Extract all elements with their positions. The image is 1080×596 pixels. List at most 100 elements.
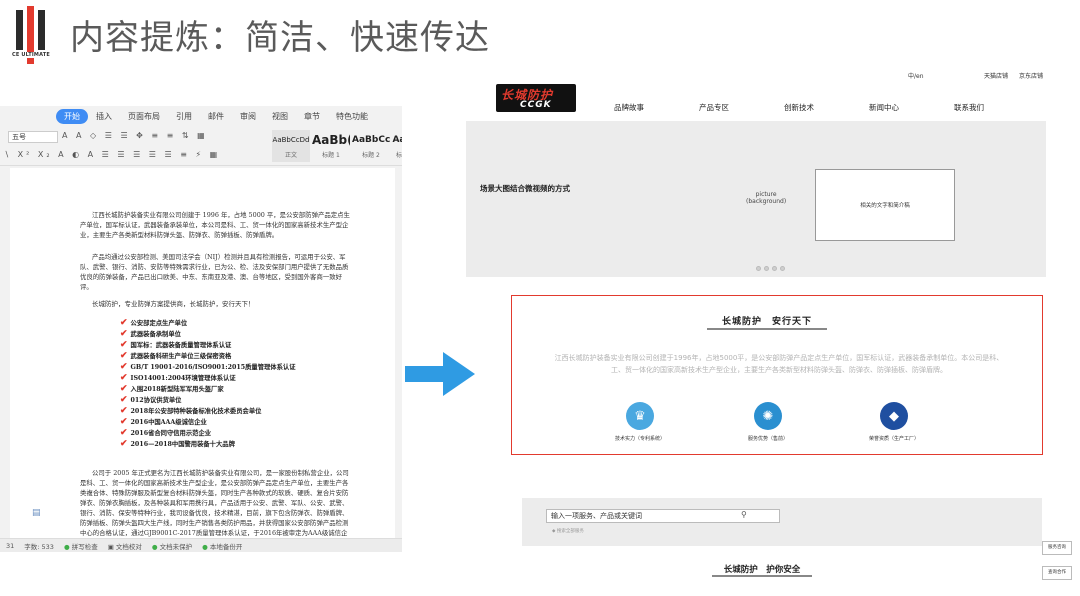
slide-title: 内容提炼：简洁、快速传达: [70, 18, 490, 58]
list-item: ✔ 2018年公安部特种装备标准化技术委员会单位: [120, 406, 262, 416]
nav-products[interactable]: 产品专区: [699, 102, 784, 113]
check-circle-icon: ●: [202, 542, 208, 551]
style-heading-2[interactable]: AaBbCc 标题 2: [352, 130, 390, 162]
word-count[interactable]: 字数: 533: [24, 541, 54, 551]
paragraph-tools-icons[interactable]: ∖ X² X₂ A ◐ A ☰ ☰ ☰ ☰ ☰ ≡ ⚡ ▦: [4, 150, 220, 159]
tab-references[interactable]: 引用: [168, 109, 200, 124]
list-item: ✔ 公安部定点生产单位: [120, 318, 188, 328]
tab-section[interactable]: 章节: [296, 109, 328, 124]
document-icon[interactable]: ▤: [32, 508, 41, 518]
search-icon[interactable]: ⚲: [741, 510, 747, 519]
about-text: 江西长城防护装备实业有限公司创建于1996年，占地5000平，是公安部防弹产品定…: [554, 354, 1004, 374]
style-normal[interactable]: AaBbCcDd 正文: [272, 130, 310, 162]
tmall-store-link[interactable]: 天猫店铺: [984, 71, 1008, 80]
list-item: ✔ 武器装备科研生产单位三级保密资格: [120, 351, 232, 361]
history-paragraph: 公司于 2005 年正式更名为江西长城防护装备实业有限公司，是一家股份制私营企业…: [80, 469, 349, 540]
font-size-select[interactable]: 五号: [8, 131, 58, 143]
list-item: ✔ GB/T 19001-2016/ISO9001:2015质量管理体系认证: [120, 362, 296, 372]
title-underline: [712, 575, 812, 577]
about-title: 长城防护 安行天下: [721, 317, 812, 327]
list-item: ✔ 2016省合同守信用示范企业: [120, 428, 212, 438]
tab-review[interactable]: 审阅: [232, 109, 264, 124]
feature-honor[interactable]: ◆ 荣誉资质（生产工厂）: [854, 402, 934, 442]
check-icon: ✔: [120, 351, 128, 361]
nav-technology[interactable]: 创新技术: [784, 102, 869, 113]
style-heading-3[interactable]: Aa 标: [392, 130, 402, 162]
diamond-icon: ◆: [880, 402, 908, 430]
check-icon: ✔: [120, 318, 128, 328]
about-section: 长城防护 安行天下 江西长城防护装备实业有限公司创建于1996年，占地5000平…: [511, 295, 1043, 455]
cooperation-query-button[interactable]: 查询合作: [1042, 566, 1072, 580]
carousel-dots: [756, 266, 785, 271]
tab-layout[interactable]: 页面布局: [120, 109, 168, 124]
bottom-section-title: 长城防护 护你安全: [723, 565, 801, 575]
intro-paragraph: 江西长城防护装备实业有限公司创建于 1996 年，占地 5000 平，是公安部防…: [80, 211, 350, 239]
service-consult-button[interactable]: 服务咨询: [1042, 541, 1072, 555]
feature-tech[interactable]: ♛ 技术实力（专利系统）: [600, 402, 680, 442]
font-tools-icons[interactable]: A A ◇ ☰ ☰ ✥ ≡ ≡ ⇅ ▦: [62, 131, 208, 140]
style-heading-1[interactable]: AaBb( 标题 1: [312, 130, 350, 162]
brand-logo[interactable]: 长城防护 CCGK: [496, 84, 576, 112]
check-icon: ✔: [120, 384, 128, 394]
list-item: ✔ 入围2018新型陆军军用头盔厂家: [120, 384, 224, 394]
tab-home[interactable]: 开始: [56, 108, 88, 124]
jd-store-link[interactable]: 京东店铺: [1019, 71, 1043, 80]
carousel-dot[interactable]: [772, 266, 777, 271]
list-item: ✔ ISO14001:2004环境管理体系认证: [120, 373, 236, 383]
check-icon: ✔: [120, 373, 128, 383]
carousel-dot[interactable]: [756, 266, 761, 271]
check-icon: ✔: [120, 417, 128, 427]
list-item: ✔ 012协议供货单位: [120, 395, 182, 405]
check-icon: ✔: [120, 340, 128, 350]
status-bar: 31 字数: 533 ● 拼写检查 ▣ 文档校对 ● 文档未保护 ● 本地备份开: [0, 538, 402, 552]
slogan-line: 长城防护，专业防弹方案提供商，长城防护，安行天下！: [92, 300, 255, 308]
check-icon: ✔: [120, 439, 128, 449]
nav-contact[interactable]: 联系我们: [954, 102, 1039, 113]
check-icon: ✔: [120, 428, 128, 438]
certificate-icon: ♛: [626, 402, 654, 430]
formatting-toolbar: 五号 A A ◇ ☰ ☰ ✥ ≡ ≡ ⇅ ▦ ∖ X² X₂ A ◐ A ☰ ☰…: [0, 128, 402, 166]
logo-label: CE ULTIMATE: [8, 52, 54, 58]
ce-ultimate-logo: CE ULTIMATE: [8, 6, 54, 66]
check-icon: ✔: [120, 406, 128, 416]
product-paragraph: 产品均通过公安部检测、美国司法学会（NIJ）检测并且具有检测报告，可运用于公安、…: [80, 253, 349, 291]
doc-proofread[interactable]: ▣ 文档校对: [108, 541, 142, 551]
certification-list: ✔ 公安部定点生产单位 ✔ 武器装备承制单位 ✔ 国军标：武器装备质量管理体系认证 ✔…: [120, 318, 350, 450]
check-icon: ✔: [120, 362, 128, 372]
list-item: ✔ 2016—2018中国警用装备十大品牌: [120, 439, 235, 449]
hero-banner: 场景大图结合微视频的方式 picture (background) 相关的文字和…: [466, 121, 1046, 277]
check-icon: ✔: [120, 395, 128, 405]
right-arrow-icon: [405, 352, 475, 396]
title-underline: [707, 328, 827, 330]
check-circle-icon: ●: [151, 542, 158, 551]
doc-protect[interactable]: ● 文档未保护: [152, 541, 192, 551]
style-gallery: AaBbCcDd 正文 AaBb( 标题 1 AaBbCc 标题 2 Aa 标: [272, 130, 402, 162]
main-nav: 品牌故事 产品专区 创新技术 新闻中心 联系我们: [614, 102, 1039, 113]
tab-view[interactable]: 视图: [264, 109, 296, 124]
tab-mail[interactable]: 邮件: [200, 109, 232, 124]
hero-intro-box: 相关的文字和简介稿: [815, 169, 955, 241]
nav-brand-story[interactable]: 品牌故事: [614, 102, 699, 113]
word-document-window: 开始 插入 页面布局 引用 邮件 审阅 视图 章节 特色功能 五号 A A ◇ …: [0, 106, 402, 552]
list-item: ✔ 国军标：武器装备质量管理体系认证: [120, 340, 232, 350]
nav-news[interactable]: 新闻中心: [869, 102, 954, 113]
language-switch[interactable]: 中/en: [908, 71, 924, 80]
check-icon: ✔: [120, 329, 128, 339]
search-hint[interactable]: ◆ 搜索全部服务: [552, 528, 584, 534]
check-circle-icon: ●: [63, 542, 70, 551]
website-header: 长城防护 CCGK 中/en 天猫店铺 京东店铺 品牌故事 产品专区 创新技术 …: [466, 68, 1046, 120]
page-number: 31: [6, 541, 15, 550]
spell-check[interactable]: ● 拼写检查: [64, 541, 98, 551]
document-page[interactable]: 江西长城防护装备实业有限公司创建于 1996 年，占地 5000 平，是公安部防…: [10, 168, 395, 540]
carousel-dot[interactable]: [764, 266, 769, 271]
picture-placeholder: picture (background): [746, 191, 787, 205]
local-backup[interactable]: ● 本地备份开: [202, 541, 242, 551]
list-item: ✔ 2016中国AAA级诚信企业: [120, 417, 207, 427]
carousel-dot[interactable]: [780, 266, 785, 271]
list-item: ✔ 武器装备承制单位: [120, 329, 181, 339]
tab-insert[interactable]: 插入: [88, 109, 120, 124]
feature-service[interactable]: ✺ 服务优势（售前）: [728, 402, 808, 442]
search-band: 输入一项服务、产品或关键词 ⚲ ◆ 搜索全部服务: [522, 498, 1042, 546]
tab-features[interactable]: 特色功能: [328, 109, 376, 124]
ribbon-tabs: 开始 插入 页面布局 引用 邮件 审阅 视图 章节 特色功能: [0, 106, 402, 126]
